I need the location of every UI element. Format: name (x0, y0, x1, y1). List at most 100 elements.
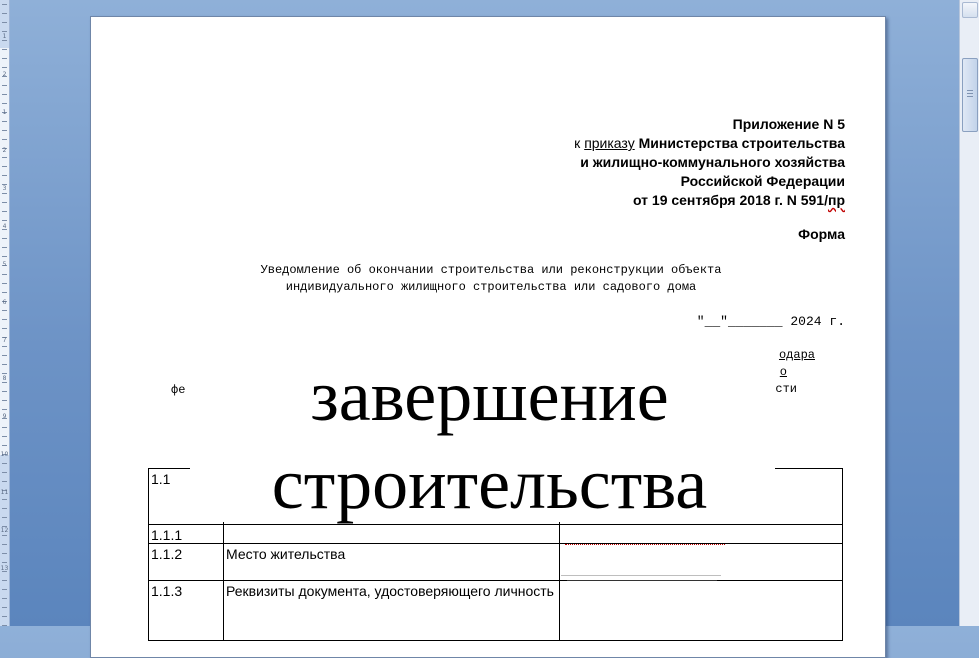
row-value[interactable] (559, 468, 843, 525)
ruler-tick (2, 580, 7, 581)
obscured-text (567, 580, 717, 581)
ruler-tick (2, 157, 7, 158)
ruler-number: 12 (0, 527, 9, 534)
table-row: 1.1.1 (148, 524, 843, 544)
ruler-tick (2, 616, 7, 617)
vertical-ruler: 1 2 1 2 3 4 5 6 7 8 9 10 11 12 13 (0, 0, 10, 626)
ruler-tick (2, 589, 7, 590)
ruler-tick (2, 346, 7, 347)
partial-text: сти (775, 382, 797, 396)
table-row: 1.1 (148, 468, 843, 525)
ruler-tick (2, 31, 7, 32)
appendix-header: Приложение N 5 к приказу Министерства ст… (574, 115, 845, 210)
row-label: Реквизиты документа, удостоверяющего лич… (223, 580, 560, 641)
ruler-tick (2, 247, 7, 248)
grip-icon (967, 93, 973, 94)
ruler-tick (2, 436, 7, 437)
ruler-tick (2, 4, 7, 5)
federation-line: Российской Федерации (680, 173, 845, 189)
document-page[interactable]: Приложение N 5 к приказу Министерства ст… (90, 16, 886, 658)
partial-text: о (779, 365, 787, 379)
ruler-tick (2, 85, 7, 86)
ruler-tick (2, 445, 7, 446)
ruler-tick (2, 481, 7, 482)
form-label: Форма (798, 226, 845, 242)
ruler-tick (2, 238, 7, 239)
ministry-line: и жилищно-коммунального хозяйства (580, 154, 845, 170)
row-number: 1.1.3 (148, 580, 224, 641)
ruler-tick (2, 202, 7, 203)
ruler-tick (2, 364, 7, 365)
row-number: 1.1 (148, 468, 224, 525)
notice-table: 1.1 1.1.1 1.1.2 Место жительства 1.1.3 Р… (148, 468, 843, 641)
partial-text: фе (171, 383, 186, 397)
ruler-tick (2, 13, 7, 14)
ruler-tick (2, 319, 7, 320)
vertical-scrollbar[interactable] (959, 0, 979, 626)
row-number: 1.1.1 (148, 524, 224, 544)
ruler-tick (2, 130, 7, 131)
row-label (223, 524, 560, 544)
ruler-number: 8 (2, 375, 7, 382)
ruler-tick (2, 292, 7, 293)
ruler-tick (2, 139, 7, 140)
ruler-tick (2, 40, 7, 41)
notice-title-line: Уведомление об окончании строительства и… (260, 263, 722, 277)
ruler-tick (2, 427, 7, 428)
ruler-tick (2, 562, 7, 563)
ruler-tick (2, 22, 7, 23)
table-row: 1.1.2 Место жительства (148, 543, 843, 581)
ruler-number: 4 (2, 223, 7, 230)
ruler-number: 11 (0, 489, 9, 496)
ruler-tick (2, 391, 7, 392)
ruler-tick (2, 94, 7, 95)
ruler-tick (2, 310, 7, 311)
ruler-tick (2, 535, 7, 536)
row-value[interactable] (559, 524, 843, 544)
ruler-tick (2, 166, 7, 167)
ruler-number: 1 (2, 109, 7, 116)
ruler-tick (2, 274, 7, 275)
scroll-thumb[interactable] (962, 58, 978, 132)
order-date-suffix: пр (827, 192, 845, 208)
ruler-tick (2, 58, 7, 59)
spellcheck-underline (565, 544, 725, 545)
order-link[interactable]: приказу (584, 135, 635, 151)
order-prefix: к (574, 135, 581, 151)
order-date-line: от 19 сентября 2018 г. N 591/пр (574, 191, 845, 210)
ruler-number: 7 (2, 337, 7, 344)
order-line: к приказу Министерства строительства (574, 134, 845, 153)
row-label (223, 468, 560, 525)
row-value[interactable] (559, 580, 843, 641)
ruler-number: 10 (0, 451, 9, 458)
ruler-number: 1 (2, 33, 7, 40)
partial-text: одара (778, 348, 815, 362)
ruler-number: 13 (0, 565, 9, 572)
grip-icon (967, 90, 973, 91)
grip-icon (967, 96, 973, 97)
notice-title-line: индивидуального жилищного строительства … (285, 280, 697, 294)
ruler-tick (2, 607, 7, 608)
ruler-tick (2, 256, 7, 257)
ruler-number: 2 (2, 147, 7, 154)
ruler-number: 2 (2, 71, 7, 78)
ruler-tick (2, 328, 7, 329)
ruler-tick (2, 193, 7, 194)
ruler-tick (2, 553, 7, 554)
ruler-number: 6 (2, 299, 7, 306)
ruler-tick (2, 175, 7, 176)
ruler-tick (2, 355, 7, 356)
ruler-tick (2, 49, 7, 50)
notice-title: Уведомление об окончании строительства и… (91, 262, 891, 296)
ruler-tick (2, 463, 7, 464)
ruler-number: 9 (2, 413, 7, 420)
obscured-text (561, 567, 721, 576)
row-label: Место жительства (223, 543, 560, 581)
ruler-tick (2, 373, 7, 374)
ruler-tick (2, 103, 7, 104)
ruler-tick (2, 472, 7, 473)
ruler-tick (2, 598, 7, 599)
order-date-text: от 19 сентября 2018 г. N 591/ (632, 192, 828, 208)
scroll-up-arrow-icon[interactable] (962, 2, 978, 18)
ruler-tick (2, 211, 7, 212)
